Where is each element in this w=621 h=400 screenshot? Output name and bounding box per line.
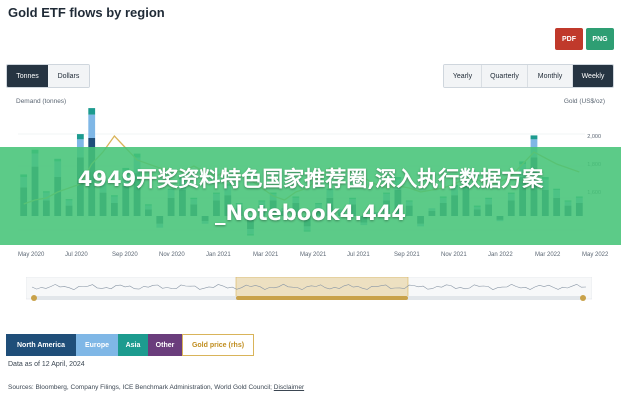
legend-europe[interactable]: Europe [76,334,118,356]
x-tick-label: May 2021 [300,252,327,258]
x-tick-label: Mar 2022 [535,252,561,258]
legend: North America Europe Asia Other Gold pri… [6,334,254,356]
tonnes-button[interactable]: Tonnes [7,65,48,87]
legend-other[interactable]: Other [148,334,182,356]
disclaimer-link[interactable]: Disclaimer [274,384,304,391]
period-toggle: Yearly Quarterly Monthly Weekly [443,64,614,88]
navigator-scroll-thumb[interactable] [236,296,408,300]
legend-north-america[interactable]: North America [6,334,76,356]
x-tick-label: Sep 2021 [394,252,420,258]
png-export-button[interactable]: PNG [586,28,614,50]
legend-gold-price[interactable]: Gold price (rhs) [182,334,254,356]
x-tick-label: May 2020 [18,252,45,258]
pdf-export-button[interactable]: PDF [555,28,583,50]
range-navigator[interactable] [26,277,592,307]
data-date-note: Data as of 12 April, 2024 [8,361,85,368]
sources-line: Sources: Bloomberg, Company Filings, ICE… [8,384,304,391]
bar-asia [88,108,96,115]
x-tick-label: Jan 2021 [206,252,231,258]
x-tick-label: May 2022 [582,252,609,258]
x-tick-label: Nov 2020 [159,252,185,258]
x-tick-label: Jan 2022 [488,252,513,258]
page-title: Gold ETF flows by region [8,5,165,20]
right-tick-label: 2,000 [587,134,601,140]
x-tick-label: Nov 2021 [441,252,467,258]
legend-asia[interactable]: Asia [118,334,148,356]
x-tick-label: Mar 2021 [253,252,279,258]
yearly-button[interactable]: Yearly [444,65,482,87]
quarterly-button[interactable]: Quarterly [482,65,528,87]
sources-text: Sources: Bloomberg, Company Filings, ICE… [8,384,272,391]
overlay-text: 4949开奖资料特色国家推荐圈,深入执行数据方案_Notebook4.444 [77,167,544,225]
export-buttons: PDF PNG [555,28,614,50]
x-tick-label: Sep 2020 [112,252,138,258]
navigator-right-arrow[interactable] [580,295,586,301]
dollars-button[interactable]: Dollars [48,65,89,87]
x-tick-label: Jul 2020 [65,252,88,258]
unit-toggle: Tonnes Dollars [6,64,90,88]
weekly-button[interactable]: Weekly [573,65,613,87]
monthly-button[interactable]: Monthly [528,65,573,87]
bar-asia [530,135,538,140]
navigator-left-arrow[interactable] [31,295,37,301]
bar-europe [88,114,96,138]
bar-asia [76,134,84,140]
x-tick-label: Jul 2021 [347,252,370,258]
